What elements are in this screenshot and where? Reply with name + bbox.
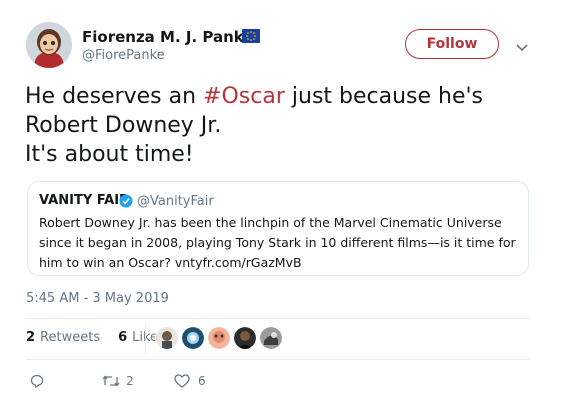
liker-avatar[interactable] [207, 326, 231, 350]
liker-avatar[interactable] [181, 326, 205, 350]
avatar[interactable] [26, 22, 72, 68]
tweet-text-part: just because he's [284, 84, 484, 109]
chevron-down-icon[interactable] [515, 38, 529, 52]
like-icon[interactable] [174, 373, 190, 388]
retweet-count[interactable]: 2 [126, 374, 134, 388]
tweet-text-line: Robert Downey Jr. [25, 113, 222, 138]
display-name[interactable]: Fiorenza M. J. Panke [82, 28, 254, 46]
liker-avatar[interactable] [233, 326, 257, 350]
stats-separator [145, 323, 146, 355]
liker-avatar[interactable] [155, 326, 179, 350]
quoted-tweet-text: Robert Downey Jr. has been the linchpin … [39, 215, 516, 270]
quoted-author-name[interactable]: VANITY FAIR [39, 193, 129, 208]
likers-avatars [155, 326, 283, 350]
tweet-text-line: It's about time! [25, 142, 194, 167]
reply-icon[interactable] [30, 373, 44, 389]
verified-icon [119, 193, 133, 208]
retweets-count[interactable]: 2 [26, 330, 35, 345]
retweet-icon[interactable] [102, 373, 120, 387]
like-count[interactable]: 6 [198, 374, 206, 388]
author-handle[interactable]: @FiorePanke [82, 48, 165, 63]
likes-count[interactable]: 6 [118, 330, 127, 345]
tweet-timestamp[interactable]: 5:45 AM - 3 May 2019 [26, 291, 169, 306]
divider [26, 318, 530, 319]
quoted-author-handle[interactable]: @VanityFair [137, 194, 214, 209]
liker-avatar[interactable] [259, 326, 283, 350]
tweet-text-part: He deserves an [25, 84, 204, 109]
divider [26, 359, 530, 360]
retweets-label[interactable]: Retweets [40, 330, 100, 345]
hashtag-link[interactable]: #Oscar [203, 84, 285, 109]
follow-button[interactable]: Follow [405, 29, 499, 59]
tweet-text: He deserves an #Oscar just because he's … [25, 82, 525, 169]
eu-flag-icon [242, 28, 260, 43]
